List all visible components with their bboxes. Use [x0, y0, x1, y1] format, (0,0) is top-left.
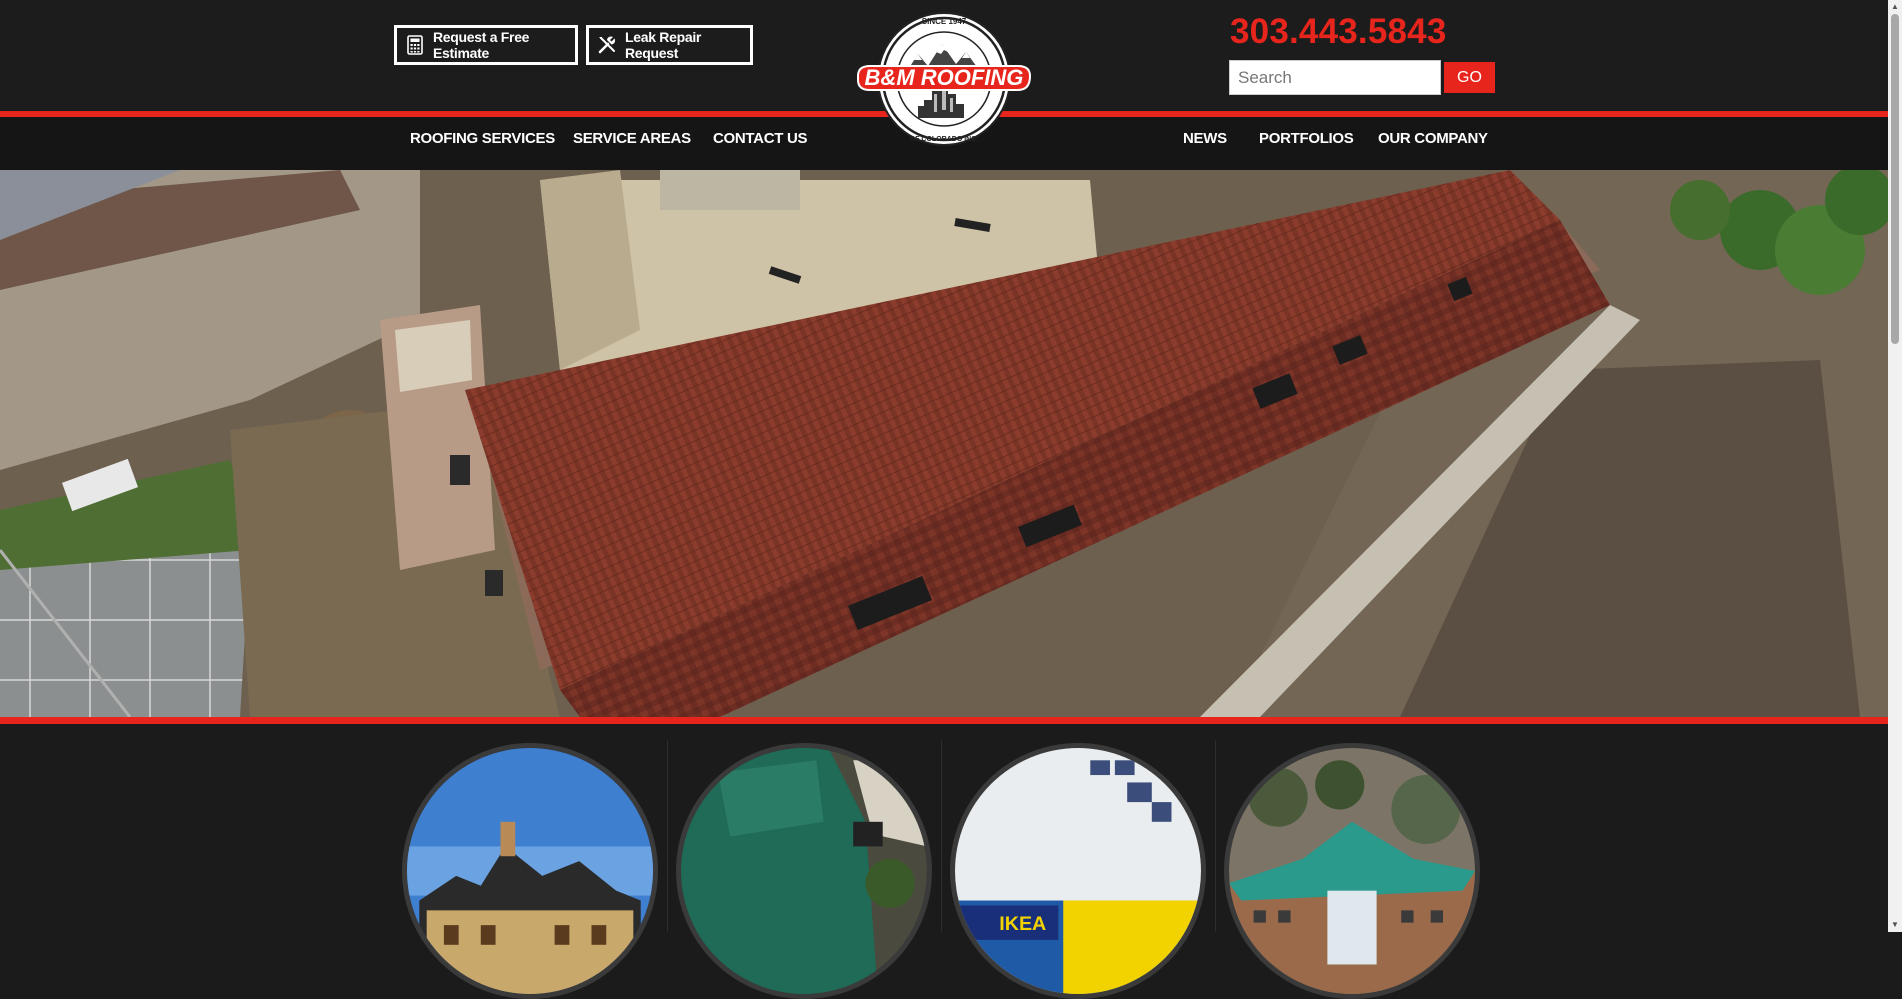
portfolio-thumb-resort[interactable] [1224, 743, 1480, 999]
phone-number[interactable]: 303.443.5843 [1230, 12, 1447, 52]
hero-red-stripe [0, 717, 1888, 724]
nav-news[interactable]: NEWS [1183, 130, 1227, 147]
search-form: GO [1229, 60, 1495, 95]
search-input[interactable] [1229, 60, 1441, 95]
scroll-down-icon[interactable]: ▼ [1891, 921, 1899, 929]
scroll-up-icon[interactable]: ▲ [1891, 3, 1899, 11]
portfolio-strip [0, 724, 1888, 932]
tools-icon [598, 36, 616, 54]
divider [1215, 740, 1216, 932]
calculator-icon [407, 35, 423, 55]
search-go-button[interactable]: GO [1444, 62, 1495, 93]
request-estimate-label: Request a Free Estimate [433, 29, 530, 61]
nav-service-areas[interactable]: SERVICE AREAS [573, 130, 691, 147]
nav-contact-us[interactable]: CONTACT US [713, 130, 808, 147]
nav-our-company[interactable]: OUR COMPANY [1378, 130, 1488, 147]
portfolio-thumb-green-roof[interactable] [676, 743, 932, 999]
nav-roofing-services[interactable]: ROOFING SERVICES [410, 130, 555, 147]
nav-portfolios[interactable]: PORTFOLIOS [1259, 130, 1354, 147]
divider [667, 740, 668, 932]
leak-repair-label: Leak Repair Request [625, 29, 702, 61]
leak-repair-button[interactable]: Leak Repair Request [586, 25, 753, 65]
portfolio-thumb-residential[interactable] [402, 743, 658, 999]
logo-name: B&M ROOFING [865, 65, 1024, 90]
scrollbar-thumb[interactable] [1891, 14, 1899, 344]
hero-image [0, 170, 1888, 717]
bm-roofing-logo[interactable]: B&M ROOFING SINCE 1947 OF COLORADO INC. [848, 10, 1040, 148]
portfolio-thumb-ikea[interactable]: IKEA [950, 743, 1206, 999]
logo-since-text: SINCE 1947 [922, 17, 967, 26]
page-scrollbar[interactable]: ▲ ▼ [1888, 0, 1902, 932]
divider [941, 740, 942, 932]
request-estimate-button[interactable]: Request a Free Estimate [394, 25, 578, 65]
logo-colorado-text: OF COLORADO INC. [910, 136, 978, 143]
